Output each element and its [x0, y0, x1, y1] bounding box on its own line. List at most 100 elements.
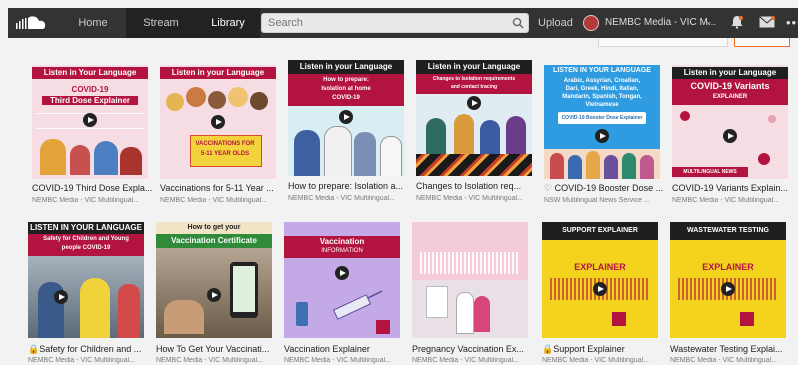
artwork-text: Vaccination — [319, 237, 365, 246]
track-uploader[interactable]: NEMBC Media - VIC Multilingual... — [160, 197, 282, 204]
track-artwork[interactable] — [412, 222, 528, 338]
syringe-icon — [332, 290, 383, 320]
artwork-text: COVID-19 — [332, 95, 360, 101]
artwork-text: EXPLAINER — [574, 262, 626, 272]
search-input[interactable] — [261, 13, 529, 33]
play-icon[interactable] — [83, 113, 97, 127]
top-navigation-bar: Home Stream Library Upload NEMBC Media -… — [8, 8, 798, 38]
heart-icon: ♡ — [544, 183, 555, 193]
track-artwork[interactable]: Listen in your Language How to prepare: … — [288, 60, 404, 176]
artwork-banner: Listen in your Language — [416, 60, 532, 74]
artwork-banner: LISTEN IN YOUR LANGUAGE — [553, 67, 651, 74]
artwork-tag: MULTILINGUAL NEWS SERVICE — [672, 167, 748, 177]
track-title-text[interactable]: Support Explainer — [553, 344, 625, 354]
play-icon[interactable] — [207, 288, 221, 302]
artwork-banner: Listen in your Language — [672, 67, 788, 79]
track-uploader[interactable]: NEMBC Media - VIC Multilingual... — [670, 357, 792, 364]
track-title[interactable]: 🔒Support Explainer — [542, 344, 664, 355]
track-uploader[interactable]: NEMBC Media - VIC Multilingual... — [284, 357, 406, 364]
artwork-banner: Listen in your Language — [288, 60, 404, 74]
track-title[interactable]: ♡ COVID-19 Booster Dose ... — [544, 183, 666, 194]
header-dropdown-edge — [598, 38, 728, 47]
track-title[interactable]: Wastewater Testing Explai... — [670, 344, 792, 354]
play-icon[interactable] — [467, 96, 481, 110]
track-artwork[interactable]: SUPPORT EXPLAINER EXPLAINER — [542, 222, 658, 338]
track-title[interactable]: Vaccination Explainer — [284, 344, 406, 354]
artwork-text: people COVID-19 — [61, 245, 111, 251]
nav-home[interactable]: Home — [60, 8, 127, 38]
search-icon[interactable] — [512, 17, 524, 29]
track-title[interactable]: Vaccinations for 5-11 Year ... — [160, 183, 282, 193]
chevron-down-icon[interactable]: ⌄ — [705, 16, 713, 27]
track-artwork[interactable]: LISTEN IN YOUR LANGUAGE Arabic, Assyrian… — [544, 65, 660, 179]
messages-mail-icon[interactable] — [759, 16, 775, 28]
track-title[interactable]: How to prepare: Isolation a... — [288, 181, 410, 191]
artwork-text: VACCINATIONS FOR — [195, 141, 255, 147]
track-uploader[interactable]: NEMBC Media - VIC Multilingual... — [156, 357, 278, 364]
upload-link[interactable]: Upload — [538, 8, 573, 38]
play-icon[interactable] — [335, 266, 349, 280]
play-icon[interactable] — [721, 282, 735, 296]
track-title[interactable]: How To Get Your Vaccinati... — [156, 344, 278, 354]
nav-library[interactable]: Library — [196, 8, 260, 38]
artwork-text: Vaccination Certificate — [156, 234, 272, 248]
lock-icon: 🔒 — [28, 344, 40, 354]
track-uploader[interactable]: NEMBC Media - VIC Multilingual... — [672, 197, 794, 204]
track-artwork[interactable]: LISTEN IN YOUR LANGUAGE Safety for Child… — [28, 222, 144, 338]
track-uploader[interactable]: NSW Multilingual News Service ... — [544, 197, 666, 204]
play-icon[interactable] — [723, 129, 737, 143]
user-menu[interactable]: NEMBC Media - VIC M... — [605, 8, 716, 38]
user-avatar[interactable] — [583, 15, 599, 31]
artwork-text: COVID-19 Variants — [690, 81, 770, 91]
artwork-text: Dari, Greek, Hindi, Italian, — [565, 86, 639, 92]
track-title[interactable]: 🔒Safety for Children and ... — [28, 344, 150, 355]
track-artwork[interactable]: How to get your Vaccination Certificate — [156, 222, 272, 338]
track-uploader[interactable]: NEMBC Media - VIC Multilingual... — [412, 357, 534, 364]
track-artwork[interactable]: Listen in your Language Changes to Isola… — [416, 60, 532, 176]
artwork-banner: Listen in your Language — [160, 67, 276, 79]
track-artwork[interactable]: Listen in your Language VACCINATIONS FOR… — [160, 65, 276, 179]
notifications-bell-icon[interactable] — [730, 15, 744, 29]
track-uploader[interactable]: NEMBC Media - VIC Multilingual... — [288, 195, 410, 202]
track-artwork[interactable]: Listen in your Language COVID-19 Variant… — [672, 65, 788, 179]
track-title-text[interactable]: Safety for Children and ... — [39, 344, 141, 354]
artwork-text: Third Dose Explainer — [42, 96, 138, 105]
track-artwork[interactable]: Listen in Your Language COVID-19 Third D… — [32, 65, 148, 179]
play-icon[interactable] — [54, 290, 68, 304]
play-icon[interactable] — [339, 110, 353, 124]
more-options-icon[interactable]: ••• — [786, 8, 798, 38]
track-uploader[interactable]: NEMBC Media - VIC Multilingual... — [28, 357, 150, 364]
play-icon[interactable] — [595, 129, 609, 143]
track-uploader[interactable]: NEMBC Media - VIC Multilingual... — [416, 195, 538, 202]
artwork-banner: SUPPORT EXPLAINER — [542, 222, 658, 240]
artwork-text: INFORMATION — [321, 248, 363, 254]
play-icon[interactable] — [593, 282, 607, 296]
lock-icon: 🔒 — [542, 344, 554, 354]
track-title[interactable]: Pregnancy Vaccination Ex... — [412, 344, 534, 354]
track-title[interactable]: Changes to Isolation req... — [416, 181, 538, 191]
artwork-text: Changes to Isolation requirements — [432, 76, 516, 82]
track-uploader[interactable]: NEMBC Media - VIC Multilingual... — [32, 197, 154, 204]
track-title[interactable]: COVID-19 Third Dose Expla... — [32, 183, 154, 193]
track-artwork[interactable]: Vaccination INFORMATION — [284, 222, 400, 338]
track-artwork[interactable]: WASTEWATER TESTING EXPLAINER — [670, 222, 786, 338]
artwork-banner: WASTEWATER TESTING — [670, 222, 786, 240]
artwork-text: How to prepare: — [323, 77, 369, 83]
artwork-text: COVID-19 — [71, 85, 109, 94]
artwork-text: Arabic, Assyrian, Croatian, — [563, 78, 641, 84]
artwork-text: Vietnamese — [585, 102, 619, 108]
artwork-text: Safety for Children and Young — [43, 236, 129, 242]
artwork-text: Mandarin, Spanish, Tongan, — [562, 94, 642, 100]
track-uploader[interactable]: NEMBC Media - VIC Multilingual... — [542, 357, 664, 364]
artwork-text: EXPLAINER — [712, 94, 748, 100]
play-icon[interactable] — [211, 115, 225, 129]
nav-stream[interactable]: Stream — [126, 8, 197, 38]
artwork-banner: LISTEN IN YOUR LANGUAGE — [28, 222, 144, 234]
soundcloud-logo-icon[interactable] — [14, 14, 56, 32]
artwork-text: EXPLAINER — [702, 262, 754, 272]
track-title[interactable]: COVID-19 Variants Explain... — [672, 183, 794, 193]
artwork-text: Isolation at home — [321, 86, 371, 92]
artwork-text: and contact tracing — [450, 84, 498, 90]
track-title-text[interactable]: COVID-19 Booster Dose ... — [555, 183, 664, 193]
artwork-text: 5-11 YEAR OLDS — [200, 151, 250, 157]
